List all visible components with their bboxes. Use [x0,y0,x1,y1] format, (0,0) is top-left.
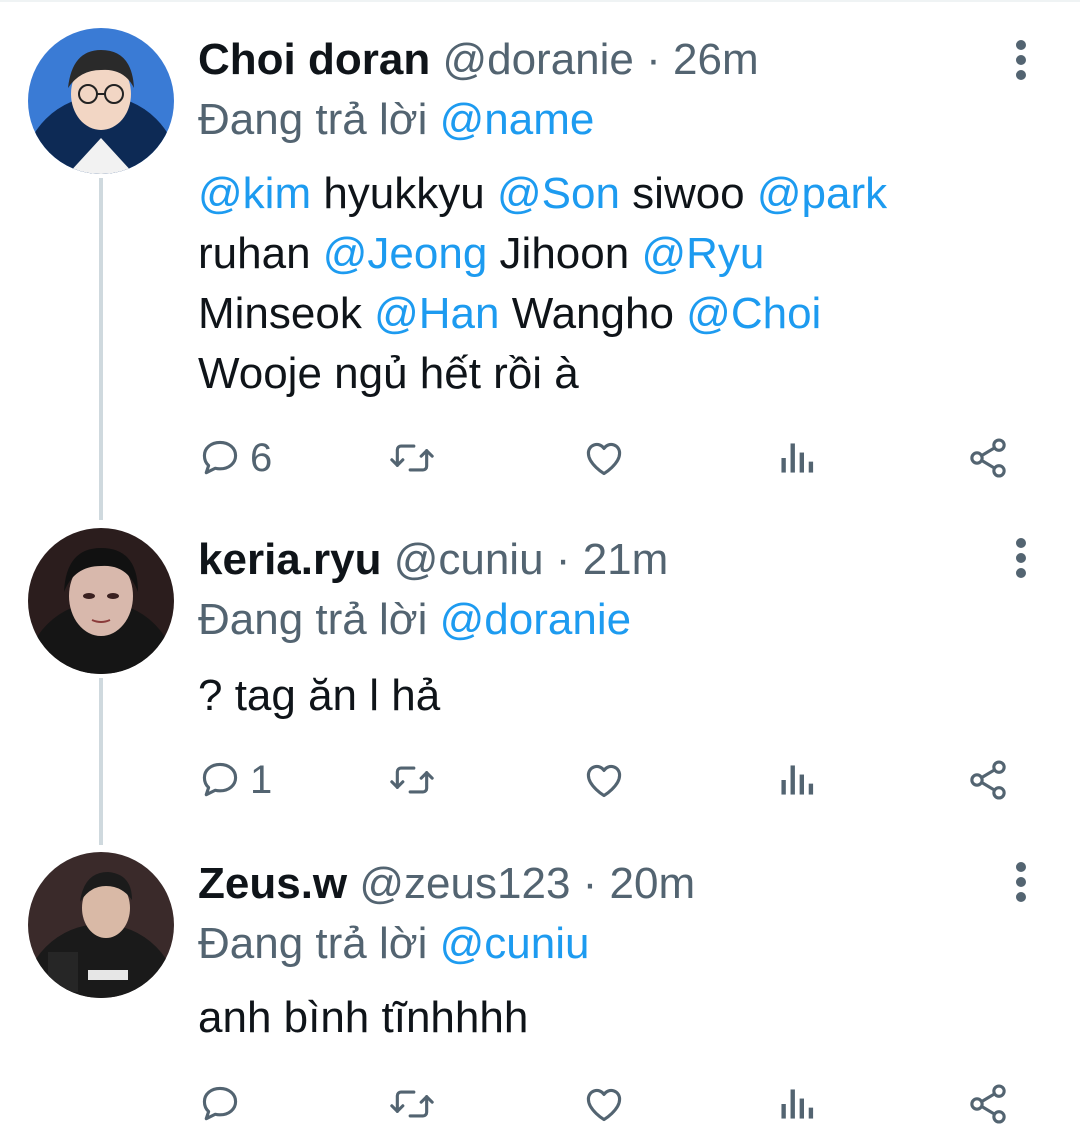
separator-dot: · [646,35,661,84]
mention-link[interactable]: @Ryu [641,229,764,278]
text-segment: Minseok [198,289,375,338]
like-button[interactable] [582,428,628,488]
replying-to-mention[interactable]: @doranie [440,595,631,644]
heart-icon [586,1088,622,1122]
user-handle[interactable]: @zeus123 [359,859,570,908]
retweet-icon [390,1090,434,1118]
retweet-icon [390,444,434,472]
replying-to: Đang trả lời @name [198,90,594,150]
user-handle[interactable]: @doranie [442,35,633,84]
text-segment: Wangho [499,289,687,338]
more-options-button[interactable] [1004,528,1038,588]
share-icon [970,760,1006,800]
mention-link[interactable]: @park [757,169,887,218]
share-icon [970,1084,1006,1124]
tweet-actions: 6 [0,428,1080,488]
tweet-actions [0,1074,1080,1134]
separator-dot: · [555,535,571,584]
reply-button[interactable] [198,1074,308,1134]
avatar[interactable] [28,528,174,674]
mention-link[interactable]: @Han [374,289,499,338]
reply-bubble-icon [202,762,238,797]
reply-button[interactable]: 1 [198,750,308,810]
tweet-header: Choi doran @doranie · 26m [198,30,759,90]
avatar[interactable] [28,28,174,174]
text-segment: ruhan [198,229,323,278]
more-options-button[interactable] [1004,30,1038,90]
like-button[interactable] [582,1074,628,1134]
reply-count: 6 [250,436,273,480]
avatar-image [28,528,174,674]
replying-to-mention[interactable]: @name [440,95,595,144]
replying-to: Đang trả lời @doranie [198,590,631,650]
views-button[interactable] [776,428,816,488]
tweet-text: ? tag ăn l hả [198,666,1018,726]
more-options-button[interactable] [1004,852,1038,912]
replying-to-label: Đang trả lời [198,595,428,644]
tweet-text-line-4: Wooje ngủ hết rồi à [198,344,1018,404]
text-segment: hyukkyu [311,169,497,218]
tweet-actions: 1 [0,750,1080,810]
reply-bubble-icon [202,440,238,475]
display-name[interactable]: Choi doran [198,35,430,84]
text-segment: Wooje ngủ hết rồi à [198,349,579,398]
analytics-bar-icon [781,765,814,795]
retweet-button[interactable] [387,428,439,488]
mention-link[interactable]: @Jeong [323,229,488,278]
display-name[interactable]: Zeus.w [198,859,347,908]
replying-to-label: Đang trả lời [198,95,428,144]
tweet-1[interactable]: Choi doran @doranie · 26m Đang trả lời @… [0,28,1080,498]
share-button[interactable] [966,1074,1012,1134]
views-button[interactable] [776,1074,816,1134]
heart-icon [586,764,622,798]
reply-bubble-icon [202,1086,238,1121]
retweet-icon [390,766,434,794]
tweet-text: anh bình tĩnhhhh [198,988,1018,1048]
display-name[interactable]: keria.ryu [198,535,381,584]
reply-button[interactable]: 6 [198,428,308,488]
share-button[interactable] [966,428,1012,488]
avatar[interactable] [28,852,174,998]
tweet-text-line-2: ruhan @Jeong Jihoon @Ryu [198,224,1018,284]
separator-dot: · [582,859,598,908]
avatar-image [28,28,174,174]
replying-to-mention[interactable]: @cuniu [440,919,590,968]
reply-count: 1 [250,758,273,802]
text-segment: Jihoon [487,229,642,278]
share-icon [970,438,1006,478]
timestamp[interactable]: 26m [673,35,759,84]
tweet-text-line-3: Minseok @Han Wangho @Choi [198,284,1018,344]
avatar-image [28,852,174,998]
mention-link[interactable]: @Son [497,169,620,218]
retweet-button[interactable] [387,750,439,810]
top-divider [0,0,1080,2]
reply-thread: Choi doran @doranie · 26m Đang trả lời @… [0,0,1080,1147]
mention-link[interactable]: @kim [198,169,311,218]
analytics-bar-icon [781,1089,814,1119]
timestamp[interactable]: 21m [583,535,669,584]
tweet-header: keria.ryu @cuniu · 21m [198,530,668,590]
timestamp[interactable]: 20m [610,859,696,908]
tweet-text-line-1: anh bình tĩnhhhh [198,993,529,1042]
user-handle[interactable]: @cuniu [394,535,544,584]
tweet-3[interactable]: Zeus.w @zeus123 · 20m Đang trả lời @cuni… [0,852,1080,1142]
retweet-button[interactable] [387,1074,439,1134]
analytics-bar-icon [781,443,814,473]
tweet-text-line-1: @kim hyukkyu @Son siwoo @park [198,164,1018,224]
views-button[interactable] [776,750,816,810]
replying-to: Đang trả lời @cuniu [198,914,589,974]
tweet-header: Zeus.w @zeus123 · 20m [198,854,695,914]
tweet-2[interactable]: keria.ryu @cuniu · 21m Đang trả lời @dor… [0,528,1080,828]
replying-to-label: Đang trả lời [198,919,428,968]
tweet-text-line-1: ? tag ăn l hả [198,671,441,720]
heart-icon [586,442,622,476]
share-button[interactable] [966,750,1012,810]
mention-link[interactable]: @Choi [686,289,821,338]
like-button[interactable] [582,750,628,810]
tweet-text: @kim hyukkyu @Son siwoo @park ruhan @Jeo… [198,164,1018,404]
text-segment: siwoo [619,169,757,218]
